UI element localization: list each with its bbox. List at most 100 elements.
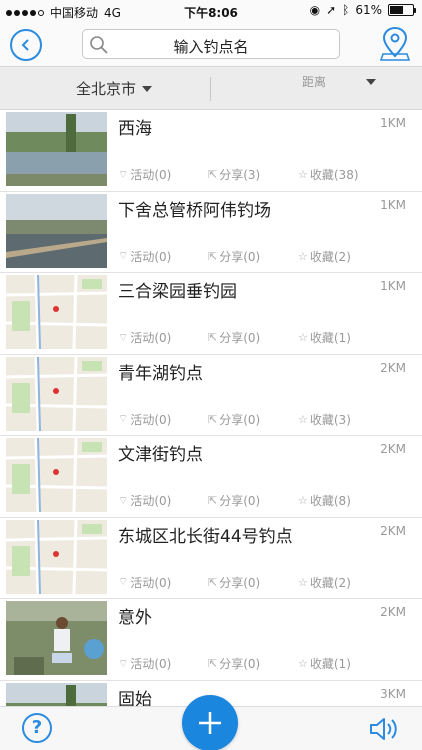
spot-list-item[interactable]: 意外 2KM ⌔ 活动(0) ⇱ 分享(0) ☆ 收藏(1) [0, 599, 422, 681]
city-filter-dropdown[interactable]: 全北京市 [76, 78, 153, 99]
share-label: 分享(0) [219, 657, 261, 671]
chevron-down-icon [366, 78, 377, 85]
favorite-count[interactable]: ☆ 收藏(2) [298, 574, 351, 591]
favorite-count[interactable]: ☆ 收藏(3) [298, 411, 351, 428]
star-icon: ☆ [298, 575, 308, 589]
spot-thumbnail [6, 356, 107, 431]
favorite-label: 收藏(2) [309, 575, 351, 590]
spot-stats: ⌔ 活动(0) ⇱ 分享(0) ☆ 收藏(2) [118, 574, 351, 591]
activity-label: 活动(0) [130, 657, 172, 671]
activity-count[interactable]: ⌔ 活动(0) [118, 655, 208, 672]
speaker-icon [370, 718, 397, 740]
activity-count[interactable]: ⌔ 活动(0) [118, 166, 208, 183]
location-pin-icon [379, 26, 411, 61]
battery-percent: 61% [355, 3, 382, 17]
spot-thumbnail [6, 519, 107, 594]
share-label: 分享(0) [219, 575, 261, 590]
help-button[interactable]: ? [22, 713, 52, 743]
chevron-down-icon [142, 85, 153, 92]
activity-count[interactable]: ⌔ 活动(0) [118, 329, 208, 346]
spot-distance: 2KM [380, 605, 406, 619]
spot-list-item[interactable]: 下舍总管桥阿伟钓场 1KM ⌔ 活动(0) ⇱ 分享(0) ☆ 收藏(2) [0, 191, 422, 273]
share-label: 分享(0) [219, 331, 261, 345]
favorite-label: 收藏(1) [309, 657, 351, 671]
star-icon: ☆ [298, 412, 308, 426]
tag-icon: ⌔ [118, 249, 129, 262]
activity-count[interactable]: ⌔ 活动(0) [118, 492, 208, 509]
help-icon: ? [31, 717, 43, 738]
star-icon: ☆ [298, 657, 308, 670]
spot-stats: ⌔ 活动(0) ⇱ 分享(0) ☆ 收藏(1) [118, 655, 351, 672]
search-input[interactable]: 输入钓点名 [82, 29, 340, 59]
share-icon: ⇱ [208, 249, 218, 263]
activity-label: 活动(0) [130, 331, 172, 345]
share-icon: ⇱ [208, 657, 218, 670]
nav-bar: 输入钓点名 [0, 22, 422, 66]
filter-bar: 全北京市 距离 [0, 66, 422, 110]
spot-distance: 3KM [380, 686, 406, 701]
share-label: 分享(0) [219, 412, 261, 427]
spot-stats: ⌔ 活动(0) ⇱ 分享(0) ☆ 收藏(2) [118, 248, 351, 265]
spot-list-item[interactable]: 青年湖钓点 2KM ⌔ 活动(0) ⇱ 分享(0) ☆ 收藏(3) [0, 354, 422, 436]
battery-icon [388, 4, 416, 16]
spot-name: 东城区北长街44号钓点 [118, 526, 293, 547]
favorite-count[interactable]: ☆ 收藏(1) [298, 655, 351, 672]
share-count[interactable]: ⇱ 分享(0) [208, 574, 298, 591]
rotation-lock-icon: ◉ [309, 3, 321, 17]
star-icon: ☆ [298, 331, 308, 344]
spot-distance: 2KM [380, 523, 406, 538]
spot-thumbnail [6, 275, 107, 349]
speaker-button[interactable] [368, 715, 400, 743]
sort-filter-dropdown[interactable]: 距离 [302, 73, 406, 90]
tag-icon: ⌔ [118, 330, 129, 344]
back-arrow-icon [21, 39, 29, 51]
favorite-label: 收藏(2) [309, 249, 351, 264]
favorite-count[interactable]: ☆ 收藏(8) [298, 492, 351, 509]
spot-stats: ⌔ 活动(0) ⇱ 分享(3) ☆ 收藏(38) [118, 166, 359, 183]
star-icon: ☆ [298, 168, 308, 181]
spot-thumbnail [6, 193, 107, 268]
city-filter-label: 全北京市 [76, 80, 137, 98]
spot-list-item[interactable]: 文津街钓点 2KM ⌔ 活动(0) ⇱ 分享(0) ☆ 收藏(8) [0, 436, 422, 518]
location-arrow-icon: ➚ [326, 3, 337, 17]
activity-count[interactable]: ⌔ 活动(0) [118, 411, 208, 428]
spot-list-item[interactable]: 三合梁园垂钓园 1KM ⌔ 活动(0) ⇱ 分享(0) ☆ 收藏(1) [0, 273, 422, 355]
share-count[interactable]: ⇱ 分享(3) [208, 166, 298, 183]
filter-divider [210, 77, 211, 101]
spot-list-item[interactable]: 东城区北长街44号钓点 2KM ⌔ 活动(0) ⇱ 分享(0) ☆ 收藏(2) [0, 517, 422, 599]
share-count[interactable]: ⇱ 分享(0) [208, 492, 298, 509]
activity-label: 活动(0) [130, 575, 172, 590]
share-count[interactable]: ⇱ 分享(0) [208, 411, 298, 428]
star-icon: ☆ [298, 494, 308, 507]
favorite-count[interactable]: ☆ 收藏(1) [298, 329, 351, 346]
add-spot-button[interactable] [182, 695, 238, 750]
activity-count[interactable]: ⌔ 活动(0) [118, 574, 208, 591]
spot-distance: 1KM [380, 116, 406, 130]
spot-thumbnail [6, 682, 107, 706]
spot-stats: ⌔ 活动(0) ⇱ 分享(0) ☆ 收藏(1) [118, 329, 351, 346]
favorite-label: 收藏(3) [309, 412, 351, 427]
favorite-count[interactable]: ☆ 收藏(2) [298, 248, 351, 265]
spot-distance: 2KM [380, 442, 406, 456]
tag-icon: ⌔ [118, 412, 129, 425]
favorite-label: 收藏(38) [309, 168, 359, 182]
spot-list-item[interactable]: 西海 1KM ⌔ 活动(0) ⇱ 分享(3) ☆ 收藏(38) [0, 110, 422, 192]
spot-thumbnail [6, 438, 107, 512]
share-icon: ⇱ [208, 494, 218, 507]
spot-name: 意外 [118, 608, 152, 628]
share-count[interactable]: ⇱ 分享(0) [208, 655, 298, 672]
spot-distance: 1KM [380, 279, 406, 293]
share-count[interactable]: ⇱ 分享(0) [208, 329, 298, 346]
activity-label: 活动(0) [130, 412, 172, 427]
share-icon: ⇱ [208, 168, 218, 181]
share-icon: ⇱ [208, 575, 218, 589]
spot-name: 西海 [118, 119, 152, 139]
spot-name: 固始 [118, 689, 152, 707]
spot-name: 三合梁园垂钓园 [118, 282, 237, 302]
favorite-count[interactable]: ☆ 收藏(38) [298, 166, 359, 183]
back-button[interactable] [10, 29, 42, 61]
location-button[interactable] [379, 26, 411, 62]
activity-count[interactable]: ⌔ 活动(0) [118, 248, 208, 265]
share-count[interactable]: ⇱ 分享(0) [208, 248, 298, 265]
share-icon: ⇱ [208, 331, 218, 344]
